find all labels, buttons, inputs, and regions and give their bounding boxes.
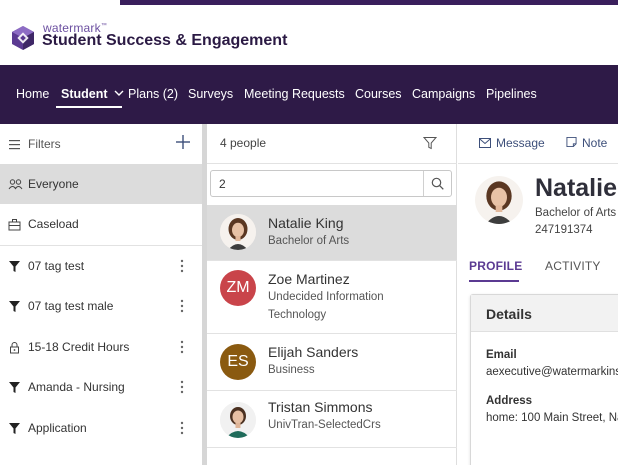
funnel-icon — [9, 301, 20, 312]
message-button[interactable]: Message — [479, 136, 545, 150]
funnel-icon — [9, 382, 20, 393]
list-item-zoe-martinez[interactable]: ZM Zoe Martinez Undecided Information Te… — [207, 262, 457, 334]
top-accent-bar — [120, 0, 618, 5]
nav-student[interactable]: Student — [61, 87, 124, 101]
person-photo-icon — [220, 402, 256, 438]
profile-student-id: 247191374 — [535, 224, 593, 236]
people-list-header: 4 people — [207, 124, 457, 164]
profile-degree: Bachelor of Arts — [535, 207, 617, 219]
main-nav: Home Student Plans (2) Surveys Meeting R… — [0, 65, 618, 124]
email-value[interactable]: aexecutive@watermarkinsights.com — [486, 366, 618, 378]
person-name: Zoe Martinez — [268, 271, 350, 287]
briefcase-icon — [8, 219, 21, 231]
filters-header: Filters — [0, 124, 202, 164]
note-icon — [566, 136, 577, 148]
hamburger-icon[interactable] — [8, 138, 21, 151]
people-search — [210, 170, 452, 197]
filters-sidebar: Filters Everyone Caseload 07 tag test 07… — [0, 124, 202, 465]
person-name: Tristan Simmons — [268, 399, 373, 415]
sidebar-item-15-18-credit-hours[interactable]: 15-18 Credit Hours — [0, 327, 202, 367]
avatar — [220, 214, 256, 250]
list-item-natalie-king[interactable]: Natalie King Bachelor of Arts — [207, 205, 457, 261]
search-input[interactable] — [219, 176, 414, 192]
search-divider — [423, 171, 424, 196]
profile-avatar — [475, 176, 523, 224]
sidebar-item-07-tag-test[interactable]: 07 tag test — [0, 246, 202, 286]
details-card: Details Email aexecutive@watermarkinsigh… — [470, 294, 618, 465]
lock-icon — [10, 342, 19, 354]
profile-name: Natalie King — [535, 174, 618, 202]
nav-active-underline — [56, 106, 122, 108]
address-value: home: 100 Main Street, Nashville — [486, 412, 618, 424]
list-item-tristan-simmons[interactable]: Tristan Simmons UnivTran-SelectedCrs — [207, 392, 457, 448]
people-count: 4 people — [220, 136, 267, 150]
kebab-menu-icon[interactable] — [180, 380, 184, 394]
funnel-icon — [9, 261, 20, 272]
email-label: Email — [486, 349, 517, 361]
person-program: UnivTran-SelectedCrs — [268, 419, 381, 431]
envelope-icon — [479, 138, 491, 148]
kebab-menu-icon[interactable] — [180, 421, 184, 435]
avatar: ES — [220, 344, 256, 380]
person-photo-icon — [475, 176, 523, 224]
plus-icon[interactable] — [176, 135, 190, 149]
tab-active-underline — [469, 280, 519, 282]
person-photo-icon — [220, 214, 256, 250]
nav-plans[interactable]: Plans (2) — [128, 87, 178, 101]
people-list-panel: 4 people Natalie King Bachelor of Arts Z… — [207, 124, 457, 465]
kebab-menu-icon[interactable] — [180, 259, 184, 273]
search-icon[interactable] — [431, 177, 444, 190]
sidebar-item-amanda-nursing[interactable]: Amanda - Nursing — [0, 367, 202, 407]
avatar — [220, 402, 256, 438]
filter-icon[interactable] — [423, 136, 437, 150]
sidebar-item-application[interactable]: Application — [0, 408, 202, 448]
sidebar-item-caseload[interactable]: Caseload — [0, 204, 202, 244]
sidebar-item-label: Caseload — [28, 217, 79, 231]
avatar: ZM — [220, 270, 256, 306]
profile-actions: Message Note — [458, 124, 618, 164]
sidebar-item-label: 07 tag test — [28, 259, 85, 273]
person-program: Bachelor of Arts — [268, 235, 350, 247]
watermark-logo-icon — [12, 26, 34, 50]
nav-meeting-requests[interactable]: Meeting Requests — [244, 87, 345, 101]
list-item-elijah-sanders[interactable]: ES Elijah Sanders Business — [207, 335, 457, 391]
people-icon — [8, 179, 23, 190]
sidebar-item-07-tag-test-male[interactable]: 07 tag test male — [0, 286, 202, 326]
person-name: Natalie King — [268, 215, 344, 231]
app-header: watermark™ Student Success & Engagement — [0, 6, 618, 65]
filters-label: Filters — [28, 137, 61, 151]
nav-pipelines[interactable]: Pipelines — [486, 87, 537, 101]
nav-home[interactable]: Home — [16, 87, 49, 101]
nav-courses[interactable]: Courses — [355, 87, 402, 101]
kebab-menu-icon[interactable] — [180, 299, 184, 313]
sidebar-item-everyone[interactable]: Everyone — [0, 164, 202, 204]
brand-product-title: Student Success & Engagement — [42, 32, 288, 49]
person-program: Business — [268, 364, 315, 376]
tab-profile[interactable]: PROFILE — [469, 259, 522, 273]
nav-campaigns[interactable]: Campaigns — [412, 87, 475, 101]
sidebar-item-label: 15-18 Credit Hours — [28, 340, 130, 354]
sidebar-item-label: Everyone — [28, 177, 79, 191]
sidebar-item-label: Amanda - Nursing — [28, 380, 125, 394]
funnel-icon — [9, 423, 20, 434]
tab-activity[interactable]: ACTIVITY — [545, 259, 601, 273]
kebab-menu-icon[interactable] — [180, 340, 184, 354]
sidebar-item-label: Application — [28, 421, 87, 435]
details-title: Details — [486, 306, 532, 322]
nav-surveys[interactable]: Surveys — [188, 87, 233, 101]
sidebar-item-label: 07 tag test male — [28, 299, 114, 313]
note-button[interactable]: Note — [566, 136, 607, 150]
person-program: Undecided Information Technology — [268, 291, 384, 321]
person-name: Elijah Sanders — [268, 344, 359, 360]
chevron-down-icon — [114, 90, 124, 96]
details-card-header: Details — [471, 295, 618, 332]
address-label: Address — [486, 395, 533, 407]
student-profile-panel: Message Note Natalie King Bachelor of Ar… — [458, 124, 618, 465]
